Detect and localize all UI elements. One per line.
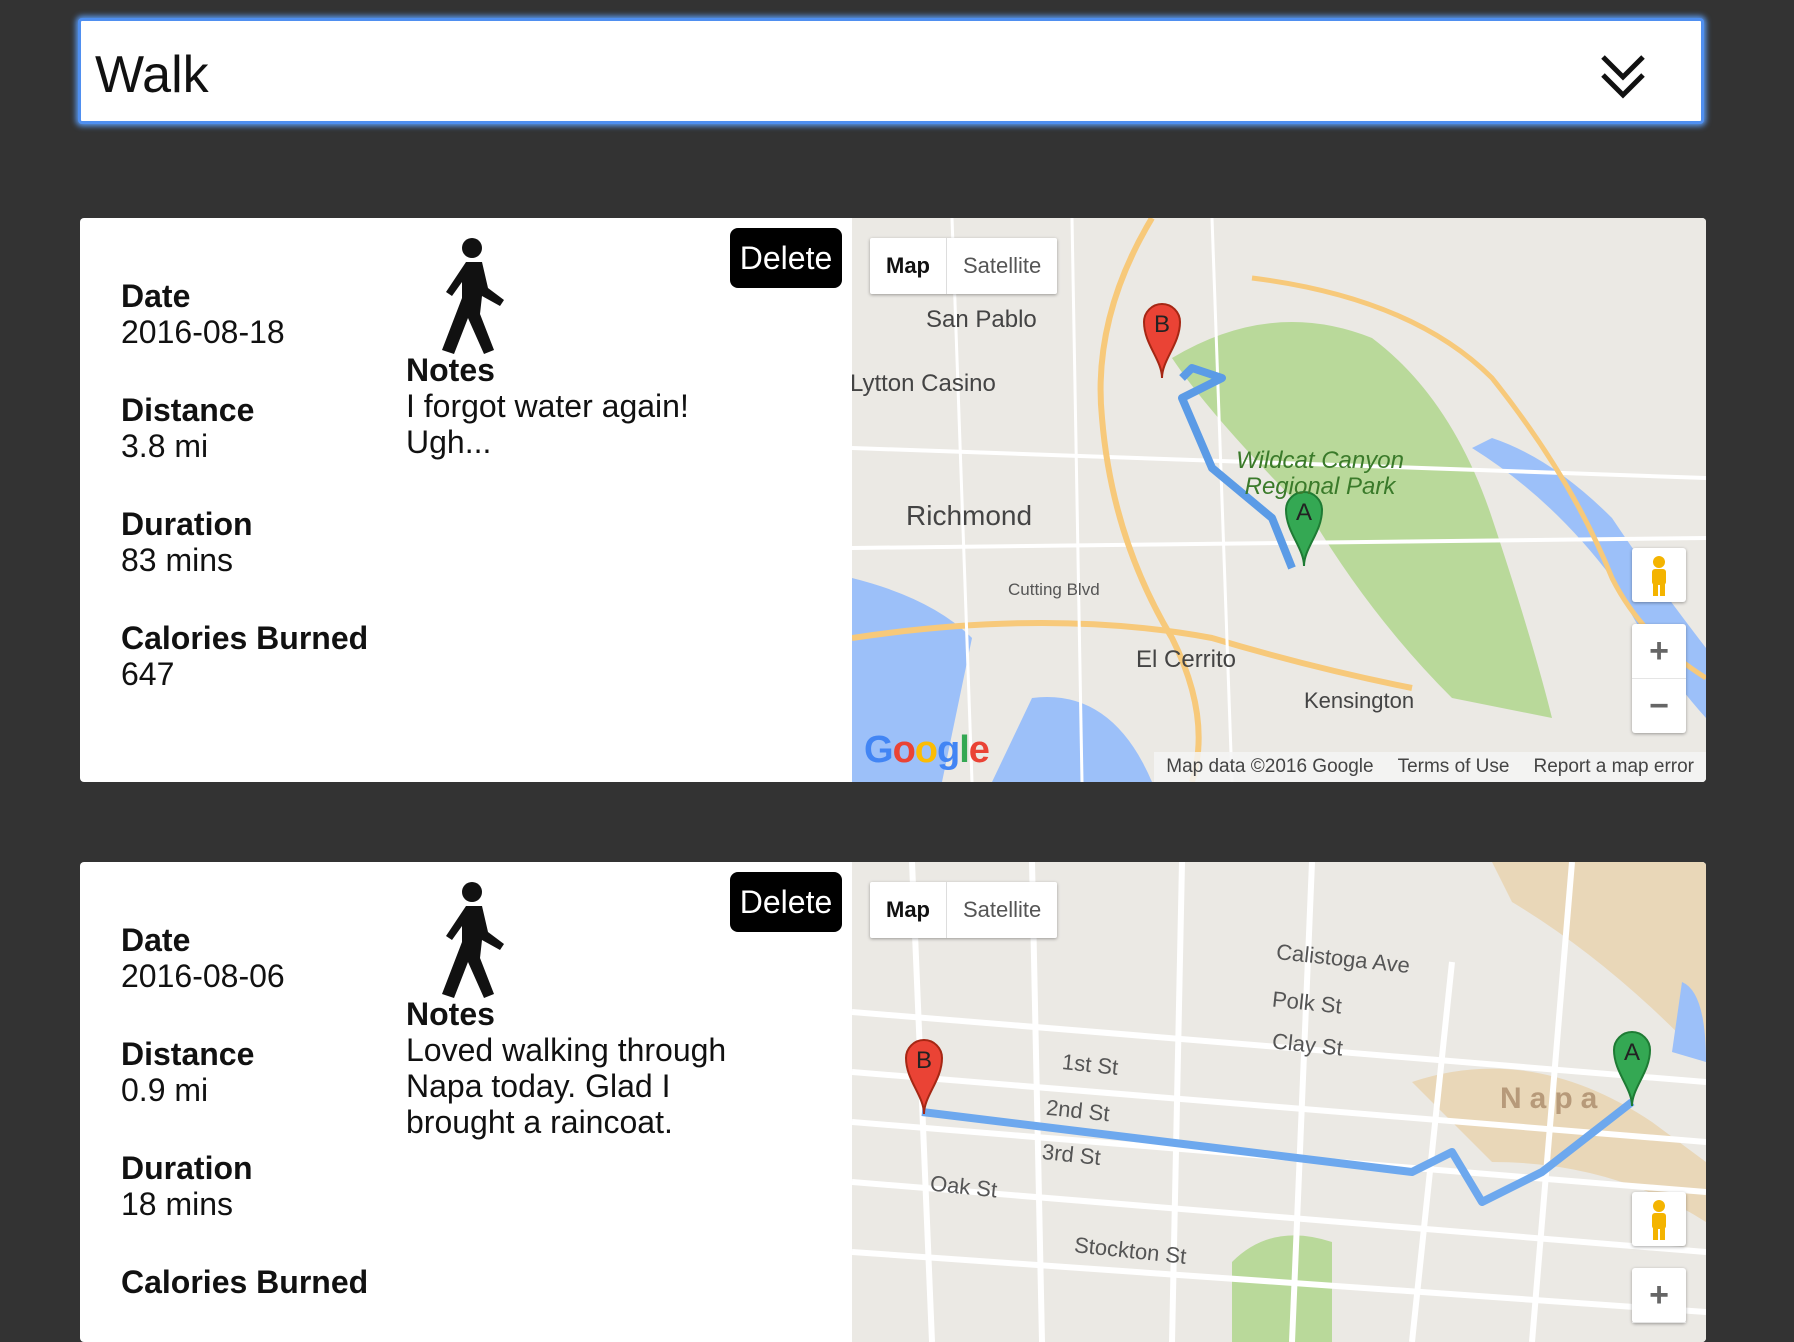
map-label: Kensington — [1304, 688, 1415, 713]
distance-label: Distance — [121, 1036, 255, 1072]
activity-card: Date 2016-08-06 Distance 0.9 mi Duration… — [80, 862, 1706, 1342]
duration-value: 83 mins — [121, 542, 234, 578]
notes-text: I forgot water again! Ugh... — [406, 388, 689, 460]
distance-value: 0.9 mi — [121, 1072, 209, 1108]
calories-value: 647 — [121, 656, 175, 692]
map-type-map[interactable]: Map — [870, 238, 946, 294]
street-view-pegman[interactable] — [1632, 548, 1686, 602]
map-type-satellite[interactable]: Satellite — [946, 882, 1057, 938]
report-error-link[interactable]: Report a map error — [1521, 752, 1706, 782]
notes-section: Notes I forgot water again! Ugh... — [406, 352, 736, 460]
distance-value: 3.8 mi — [121, 428, 209, 464]
date-label: Date — [121, 922, 191, 958]
delete-button[interactable]: Delete — [730, 872, 842, 932]
map-data-text: Map data ©2016 Google — [1166, 756, 1374, 777]
map-label: Cutting Blvd — [1008, 580, 1100, 599]
activity-stats: Date 2016-08-06 Distance 0.9 mi Duration… — [121, 922, 381, 1342]
notes-label: Notes — [406, 996, 495, 1032]
distance-label: Distance — [121, 392, 255, 428]
map-label: Napa — [1500, 1082, 1606, 1115]
map-type-map[interactable]: Map — [870, 882, 946, 938]
duration-label: Duration — [121, 506, 253, 542]
svg-text:B: B — [1154, 311, 1170, 338]
map-attribution: Map data ©2016 Google Terms of Use Repor… — [1154, 752, 1706, 782]
google-logo: Google — [864, 729, 990, 771]
street-view-pegman[interactable] — [1632, 1192, 1686, 1246]
marker-a-icon[interactable]: A — [1612, 1028, 1652, 1108]
activity-card: Date 2016-08-18 Distance 3.8 mi Duration… — [80, 218, 1706, 782]
delete-button[interactable]: Delete — [730, 228, 842, 288]
activity-type-select[interactable]: Walk — [78, 18, 1704, 124]
zoom-in-button[interactable]: + — [1632, 1268, 1686, 1323]
double-chevron-down-icon — [1601, 55, 1645, 99]
zoom-control[interactable]: + — [1632, 1268, 1686, 1323]
duration-value: 18 mins — [121, 1186, 234, 1222]
walking-person-icon — [442, 882, 504, 998]
pegman-icon — [1652, 556, 1666, 596]
date-value: 2016-08-06 — [121, 958, 285, 994]
svg-text:A: A — [1624, 1039, 1640, 1066]
map-label: El Cerrito — [1136, 646, 1237, 673]
zoom-out-button[interactable]: − — [1632, 679, 1686, 733]
map-type-control[interactable]: Map Satellite — [870, 882, 1058, 938]
zoom-in-button[interactable]: + — [1632, 624, 1686, 679]
notes-label: Notes — [406, 352, 495, 388]
map-label: Richmond — [906, 500, 1033, 531]
svg-text:B: B — [916, 1047, 932, 1074]
map-label: Wildcat Canyon Regional Park — [1236, 447, 1404, 500]
walking-person-icon — [442, 238, 504, 354]
activity-stats: Date 2016-08-18 Distance 3.8 mi Duration… — [121, 278, 381, 734]
date-value: 2016-08-18 — [121, 314, 285, 350]
map-label: San Pablo — [926, 306, 1037, 333]
marker-b-icon[interactable]: B — [1142, 300, 1182, 380]
notes-section: Notes Loved walking through Napa today. … — [406, 996, 736, 1140]
notes-text: Loved walking through Napa today. Glad I… — [406, 1032, 727, 1140]
select-value: Walk — [95, 46, 209, 104]
marker-a-icon[interactable]: A — [1284, 488, 1324, 568]
zoom-control[interactable]: + − — [1632, 624, 1686, 733]
duration-label: Duration — [121, 1150, 253, 1186]
terms-link[interactable]: Terms of Use — [1386, 752, 1522, 782]
route-map[interactable]: Map Satellite B A San Pablo Richmond Lyt… — [852, 218, 1706, 782]
marker-b-icon[interactable]: B — [904, 1036, 944, 1116]
date-label: Date — [121, 278, 191, 314]
calories-label: Calories Burned — [121, 1264, 369, 1300]
route-map[interactable]: Map Satellite B A Napa Calistoga Ave Pol… — [852, 862, 1706, 1342]
map-type-satellite[interactable]: Satellite — [946, 238, 1057, 294]
calories-label: Calories Burned — [121, 620, 369, 656]
map-type-control[interactable]: Map Satellite — [870, 238, 1058, 294]
pegman-icon — [1652, 1200, 1666, 1240]
svg-text:A: A — [1296, 499, 1312, 526]
map-label: Lytton Casino — [852, 370, 996, 397]
